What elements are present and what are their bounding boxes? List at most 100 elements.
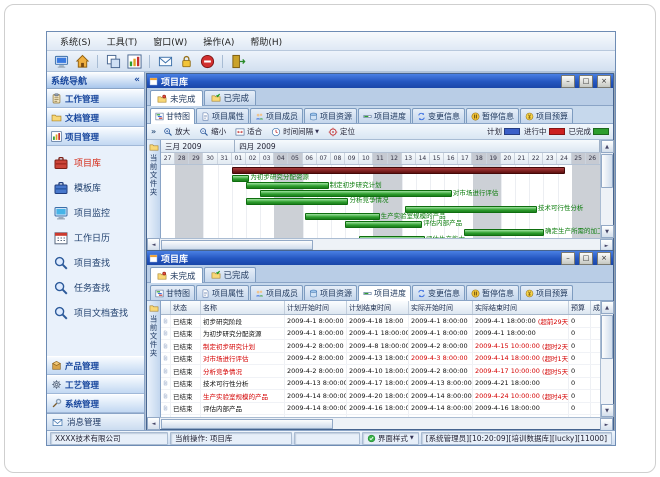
restore-button[interactable]: □ [579, 252, 593, 265]
view-tab[interactable]: 变更信息 [412, 108, 465, 123]
table-column-header[interactable]: 成 [591, 301, 600, 314]
table-row[interactable]: 已结束评估内部产品2009-4-14 8:00:002009-4-16 18:0… [161, 403, 600, 416]
stop-button[interactable] [198, 53, 216, 70]
mail-button[interactable] [156, 53, 174, 70]
gantt-bar[interactable] [232, 175, 250, 182]
view-tab[interactable]: 项目资源 [304, 108, 357, 123]
sidebar-panel-product-management[interactable]: 产品管理 [47, 356, 144, 375]
sidebar-panel-document-management[interactable]: 文档管理 [47, 108, 144, 127]
table-column-header[interactable]: 名称 [201, 301, 285, 314]
zoom-in-button[interactable]: 放大 [161, 126, 192, 137]
view-tab[interactable]: 变更信息 [412, 285, 465, 300]
menu-item[interactable]: 工具(T) [100, 34, 145, 49]
clock-button[interactable]: 时间间隔▼ [269, 126, 321, 137]
sidebar-panel-process-management[interactable]: 工艺管理 [47, 375, 144, 394]
lock-button[interactable] [177, 53, 195, 70]
table-column-header[interactable]: 实际结束时间 [473, 301, 569, 314]
gantt-bar[interactable] [464, 229, 544, 236]
sidebar-panel-project-management[interactable]: 项目管理 [47, 127, 144, 146]
sidebar-item-template-library[interactable]: 模板库 [50, 176, 141, 199]
gantt-bar[interactable] [305, 213, 379, 220]
gantt-window-titlebar[interactable]: 项目库 – □ × [147, 74, 613, 88]
folder-tab[interactable]: 已完成 [204, 90, 257, 105]
table-row[interactable]: 已结束为初步研究分配资源2009-4-1 8:00:002009-4-1 18:… [161, 328, 600, 341]
sidebar-item-task-search[interactable]: 任务查找 [50, 276, 141, 299]
table-vscrollbar[interactable]: ▲ ▼ [600, 301, 613, 417]
sidebar-panel-system-management[interactable]: 系统管理 [47, 394, 144, 413]
table-column-header[interactable]: 计划开始时间 [285, 301, 347, 314]
menu-item[interactable]: 操作(A) [196, 34, 241, 49]
close-button[interactable]: × [597, 75, 611, 88]
computer-button[interactable] [52, 53, 70, 70]
view-tab[interactable]: 暂停信息 [466, 108, 519, 123]
menu-item[interactable]: 系统(S) [53, 34, 98, 49]
ui-style-dropdown[interactable]: 界面样式 ▼ [362, 432, 419, 445]
fit-button[interactable]: 适合 [233, 126, 264, 137]
zoom-out-button[interactable]: 缩小 [197, 126, 228, 137]
scroll-up-icon[interactable]: ▲ [601, 140, 614, 153]
gantt-bar[interactable] [359, 236, 425, 238]
view-tab[interactable]: 项目属性 [196, 108, 249, 123]
gantt-vscrollbar[interactable]: ▲ ▼ [600, 140, 613, 238]
sidebar-item-work-calendar[interactable]: 工作日历 [50, 226, 141, 249]
gantt-bar[interactable] [246, 182, 329, 189]
table-column-header[interactable]: 预算 [569, 301, 591, 314]
toolbar-overflow-icon[interactable]: » [151, 127, 156, 136]
gantt-bar[interactable] [345, 221, 422, 228]
table-row[interactable]: 已结束初步研究阶段2009-4-1 8:00:002009-4-18 18:00… [161, 315, 600, 328]
scroll-right-icon[interactable]: ► [600, 418, 613, 430]
view-tab[interactable]: 项目成员 [250, 108, 303, 123]
current-folder-tab[interactable]: 当前文件夹 [147, 140, 161, 238]
gantt-hscroll-thumb[interactable] [161, 240, 313, 250]
view-tab[interactable]: 项目预算 [520, 108, 573, 123]
table-row[interactable]: 已结束对市场进行评估2009-4-2 8:00:002009-4-13 18:0… [161, 353, 600, 366]
current-folder-tab[interactable]: 当前文件夹 [147, 301, 161, 417]
scroll-left-icon[interactable]: ◄ [147, 417, 160, 430]
cards-button[interactable] [104, 53, 122, 70]
restore-button[interactable]: □ [579, 75, 593, 88]
gantt-hscrollbar[interactable]: ◄ ► [147, 238, 613, 250]
table-row[interactable]: 已结束技术可行性分析2009-4-13 8:00:002009-4-17 18:… [161, 378, 600, 391]
sidebar-item-project-library[interactable]: 项目库 [50, 151, 141, 174]
sidebar-panel-work-management[interactable]: 工作管理 [47, 89, 144, 108]
table-column-header[interactable]: 状态 [171, 301, 201, 314]
table-column-header[interactable] [161, 301, 171, 314]
table-row[interactable]: 已结束分析竞争情况2009-4-2 8:00:002009-4-10 18:00… [161, 365, 600, 378]
scroll-up-icon[interactable]: ▲ [601, 301, 614, 314]
collapse-sidebar-icon[interactable]: « [134, 75, 140, 85]
sidebar-item-project-doc-search[interactable]: 项目文档查找 [50, 301, 141, 324]
locate-button[interactable]: 定位 [326, 126, 357, 137]
scroll-down-icon[interactable]: ▼ [601, 404, 614, 417]
table-vscroll-thumb[interactable] [601, 315, 613, 359]
menu-item[interactable]: 窗口(W) [146, 34, 194, 49]
sidebar-item-project-monitor[interactable]: 项目监控 [50, 201, 141, 224]
table-row[interactable]: 已结束生产实验室规模的产品2009-4-14 8:00:002009-4-20 … [161, 390, 600, 403]
home-button[interactable] [73, 53, 91, 70]
folder-tab[interactable]: 已完成 [204, 267, 257, 282]
view-tab[interactable]: 甘特图 [150, 108, 195, 124]
folder-tab[interactable]: 未完成 [150, 90, 203, 106]
sidebar-item-project-search[interactable]: 项目查找 [50, 251, 141, 274]
scroll-down-icon[interactable]: ▼ [601, 225, 614, 238]
view-tab[interactable]: 项目属性 [196, 285, 249, 300]
chart-button[interactable] [125, 53, 143, 70]
table-hscroll-thumb[interactable] [161, 419, 333, 429]
view-tab[interactable]: 项目进度 [358, 108, 411, 123]
minimize-button[interactable]: – [561, 252, 575, 265]
view-tab[interactable]: 甘特图 [150, 285, 195, 300]
view-tab[interactable]: 项目成员 [250, 285, 303, 300]
close-button[interactable]: × [597, 252, 611, 265]
view-tab[interactable]: 暂停信息 [466, 285, 519, 300]
table-column-header[interactable]: 实际开始时间 [409, 301, 473, 314]
menu-item[interactable]: 帮助(H) [243, 34, 289, 49]
exit-button[interactable] [229, 53, 247, 70]
table-column-header[interactable]: 计划结束时间 [347, 301, 409, 314]
table-row[interactable]: 已结束制定初步研究计划2009-4-2 8:00:002009-4-8 18:0… [161, 340, 600, 353]
folder-tab[interactable]: 未完成 [150, 267, 203, 283]
gantt-vscroll-thumb[interactable] [601, 154, 613, 188]
view-tab[interactable]: 项目预算 [520, 285, 573, 300]
table-hscrollbar[interactable]: ◄ ► [147, 417, 613, 429]
view-tab[interactable]: 项目进度 [358, 285, 411, 301]
progress-window-titlebar[interactable]: 项目库 – □ × [147, 251, 613, 265]
message-management-tab[interactable]: 消息管理 [47, 413, 144, 430]
